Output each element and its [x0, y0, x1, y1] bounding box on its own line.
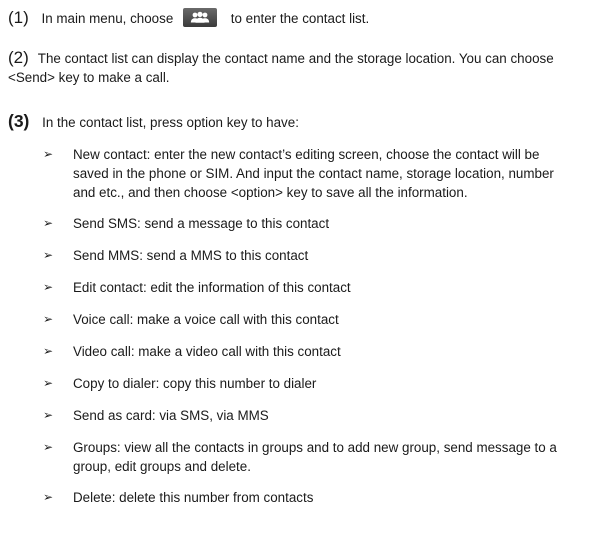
list-item: ➢ Send MMS: send a MMS to this contact: [43, 246, 573, 265]
bullet-arrow-icon: ➢: [43, 440, 54, 454]
step-1-text-before: In main menu, choose: [41, 11, 174, 26]
bullet-arrow-icon: ➢: [43, 248, 54, 262]
list-item: ➢ Video call: make a video call with thi…: [43, 342, 573, 361]
list-item: ➢ Send as card: via SMS, via MMS: [43, 406, 573, 425]
bullet-arrow-icon: ➢: [43, 312, 54, 326]
step-1-text-after: to enter the contact list.: [230, 11, 370, 26]
step-2-text: The contact list can display the contact…: [8, 51, 554, 85]
step-3: (3) In the contact list, press option ke…: [8, 111, 579, 133]
list-item: ➢ Groups: view all the contacts in group…: [43, 438, 573, 476]
option-text: Edit contact: edit the information of th…: [73, 280, 351, 295]
list-item: ➢ Edit contact: edit the information of …: [43, 278, 573, 297]
option-text: Delete: delete this number from contacts: [73, 490, 314, 505]
bullet-arrow-icon: ➢: [43, 147, 54, 161]
option-text: Groups: view all the contacts in groups …: [73, 440, 557, 474]
option-text: Copy to dialer: copy this number to dial…: [73, 376, 317, 391]
step-1: (1) In main menu, choose to enter the co…: [8, 8, 579, 29]
option-list: ➢ New contact: enter the new contact’s e…: [43, 145, 573, 507]
option-text: Voice call: make a voice call with this …: [73, 312, 339, 327]
bullet-arrow-icon: ➢: [43, 280, 54, 294]
option-text: Send MMS: send a MMS to this contact: [73, 248, 309, 263]
option-text: New contact: enter the new contact’s edi…: [73, 147, 554, 200]
bullet-arrow-icon: ➢: [43, 408, 54, 422]
list-item: ➢ New contact: enter the new contact’s e…: [43, 145, 573, 202]
step-2: (2) The contact list can display the cont…: [8, 48, 579, 87]
list-item: ➢ Voice call: make a voice call with thi…: [43, 310, 573, 329]
option-text: Send SMS: send a message to this contact: [73, 216, 330, 231]
list-item: ➢ Send SMS: send a message to this conta…: [43, 214, 573, 233]
list-item: ➢ Delete: delete this number from contac…: [43, 488, 573, 507]
option-text: Video call: make a video call with this …: [73, 344, 341, 359]
step-1-number: (1): [8, 8, 29, 27]
option-text: Send as card: via SMS, via MMS: [73, 408, 269, 423]
manual-page: (1) In main menu, choose to enter the co…: [0, 0, 593, 560]
step-2-number: (2): [8, 48, 29, 67]
bullet-arrow-icon: ➢: [43, 216, 54, 230]
bullet-arrow-icon: ➢: [43, 490, 54, 504]
bullet-arrow-icon: ➢: [43, 376, 54, 390]
step-3-number: (3): [8, 111, 30, 131]
list-item: ➢ Copy to dialer: copy this number to di…: [43, 374, 573, 393]
contacts-icon: [183, 8, 217, 27]
bullet-arrow-icon: ➢: [43, 344, 54, 358]
step-3-text: In the contact list, press option key to…: [42, 115, 299, 130]
